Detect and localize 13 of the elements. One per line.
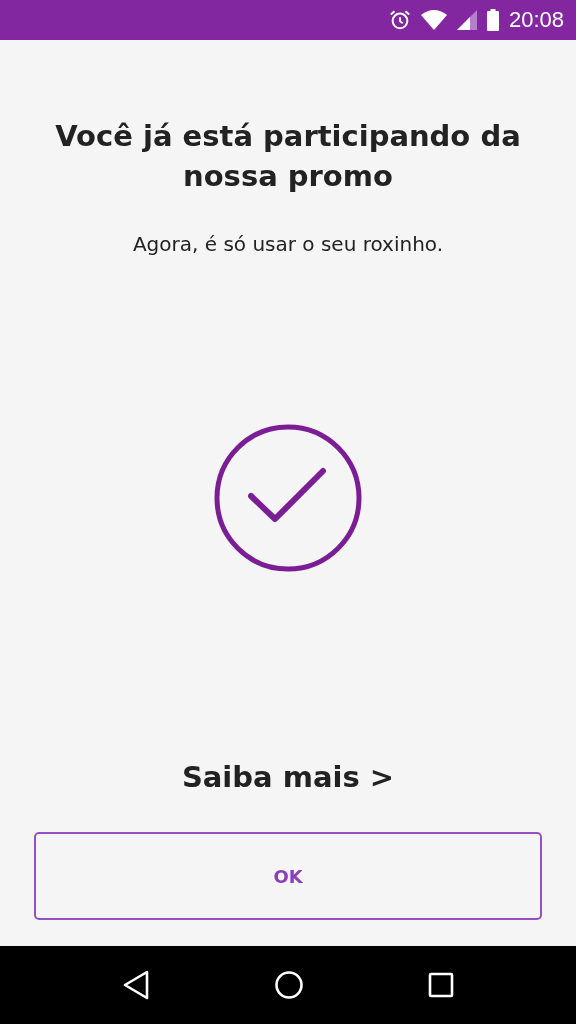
recents-icon[interactable] [428,972,454,998]
check-circle-icon [213,423,363,573]
subtitle: Agora, é só usar o seu roxinho. [132,232,444,256]
status-time: 20:08 [508,7,564,33]
home-icon[interactable] [274,970,304,1000]
ok-button[interactable]: OK [34,832,542,920]
battery-icon [486,9,499,31]
page-title: Você já está participando da nossa promo [54,118,522,195]
wifi-icon [420,10,447,30]
learn-more-link[interactable]: Saiba mais > [181,760,395,794]
alarm-clock-icon [388,9,411,31]
signal-icon [456,10,477,30]
back-icon[interactable] [122,970,150,1000]
